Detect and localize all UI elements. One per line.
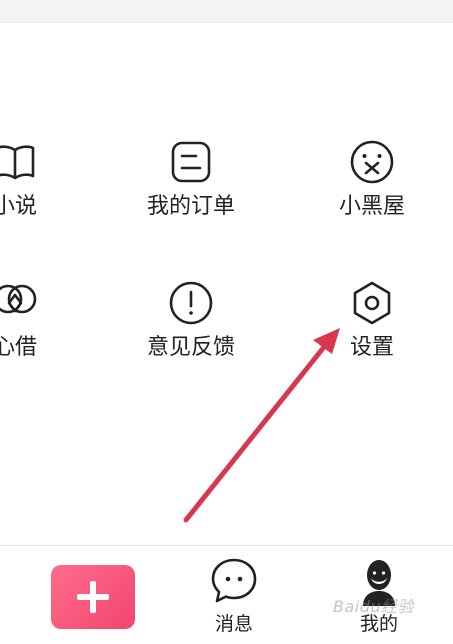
tab-messages[interactable]: 消息 (189, 556, 279, 644)
menu-item-label: 意见反馈 (146, 335, 235, 360)
menu-item-settings[interactable]: 设置 (297, 279, 447, 369)
menu-item-label: 小说 (0, 194, 37, 219)
divider (0, 22, 453, 23)
menu-item-label: 心借 (0, 335, 37, 360)
menu-item-label: 我的订单 (146, 194, 235, 219)
menu-item-blacklist[interactable]: 小黑屋 (297, 138, 447, 228)
menu-item-loan[interactable]: 心借 (0, 279, 90, 369)
top-strip (0, 0, 453, 22)
menu-item-my-orders[interactable]: 我的订单 (116, 138, 266, 228)
menu-item-label: 设置 (349, 335, 394, 360)
book-icon (0, 138, 39, 186)
chat-bubble-icon (208, 556, 260, 606)
hexagon-settings-icon (348, 279, 396, 327)
order-icon (167, 138, 215, 186)
loan-diamond-icon (0, 279, 39, 327)
menu-item-novel[interactable]: 小说 (0, 138, 90, 228)
exclamation-circle-icon (167, 279, 215, 327)
tab-label: 消息 (214, 613, 253, 635)
menu-item-feedback[interactable]: 意见反馈 (116, 279, 266, 369)
watermark: Baidu经验 (333, 597, 415, 616)
dizzy-face-icon (348, 138, 396, 186)
publish-button[interactable] (51, 565, 135, 629)
menu-item-label: 小黑屋 (338, 194, 405, 219)
